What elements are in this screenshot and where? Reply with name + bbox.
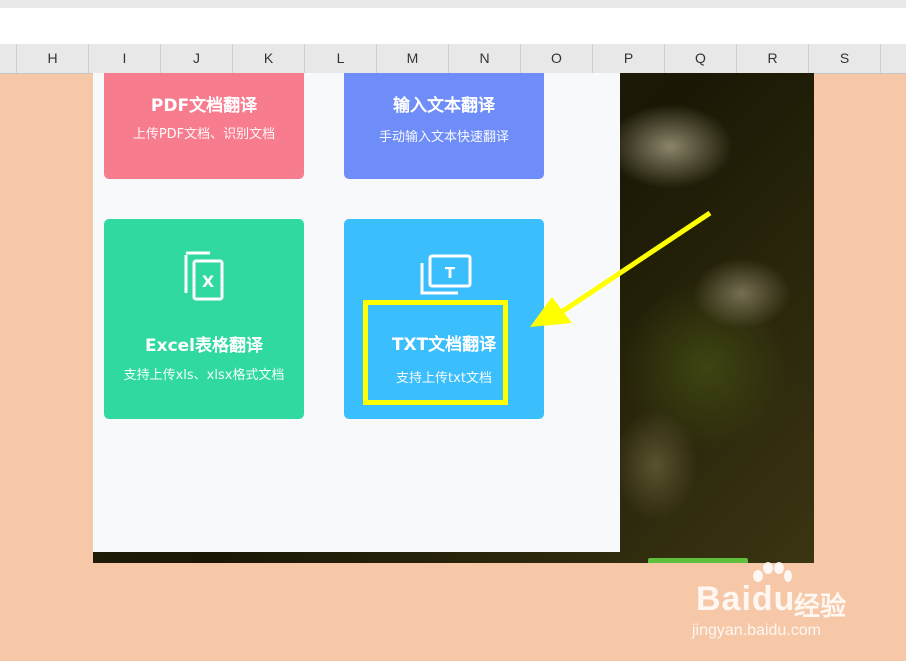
excel-translate-card[interactable]: X Excel表格翻译 支持上传xls、xlsx格式文档: [104, 219, 304, 419]
text-translate-card[interactable]: 输入文本翻译 手动输入文本快速翻译: [344, 73, 544, 179]
pdf-translate-card[interactable]: PDF文档翻译 上传PDF文档、识别文档: [104, 73, 304, 179]
txt-icon-letter: T: [445, 264, 456, 282]
excel-icon-letter: X: [202, 272, 215, 291]
excel-card-title: Excel表格翻译: [144, 336, 263, 356]
watermark-url: jingyan.baidu.com: [692, 622, 821, 639]
column-header-m[interactable]: M: [376, 44, 448, 73]
column-header-i[interactable]: I: [88, 44, 160, 73]
column-header-p[interactable]: P: [592, 44, 664, 73]
watermark-cn-text: 经验: [794, 592, 847, 622]
highlight-box: [363, 300, 508, 405]
column-header-o[interactable]: O: [520, 44, 592, 73]
text-card-subtitle: 手动输入文本快速翻译: [378, 130, 509, 145]
formula-bar[interactable]: [0, 8, 906, 45]
column-header-l[interactable]: L: [304, 44, 376, 73]
column-header-j[interactable]: J: [160, 44, 232, 73]
column-header-row: H I J K L M N O P Q R S: [0, 44, 906, 74]
txt-file-icon: T: [420, 254, 472, 295]
text-card-title: 输入文本翻译: [393, 96, 495, 116]
baidu-watermark: Baidu 经验 jingyan.baidu.com: [690, 560, 890, 650]
column-header-s[interactable]: S: [808, 44, 880, 73]
column-header-n[interactable]: N: [448, 44, 520, 73]
pdf-card-subtitle: 上传PDF文档、识别文档: [132, 127, 276, 142]
column-header-h[interactable]: H: [16, 44, 88, 73]
excel-card-subtitle: 支持上传xls、xlsx格式文档: [123, 368, 285, 383]
pdf-card-title: PDF文档翻译: [150, 96, 258, 116]
column-header-k[interactable]: K: [232, 44, 304, 73]
column-header-q[interactable]: Q: [664, 44, 736, 73]
watermark-logo-text: Baidu: [696, 580, 796, 618]
yellow-arrow-icon: [530, 210, 712, 327]
column-header-r[interactable]: R: [736, 44, 808, 73]
column-header-partial[interactable]: [880, 44, 906, 73]
excel-file-icon: X: [184, 251, 224, 301]
